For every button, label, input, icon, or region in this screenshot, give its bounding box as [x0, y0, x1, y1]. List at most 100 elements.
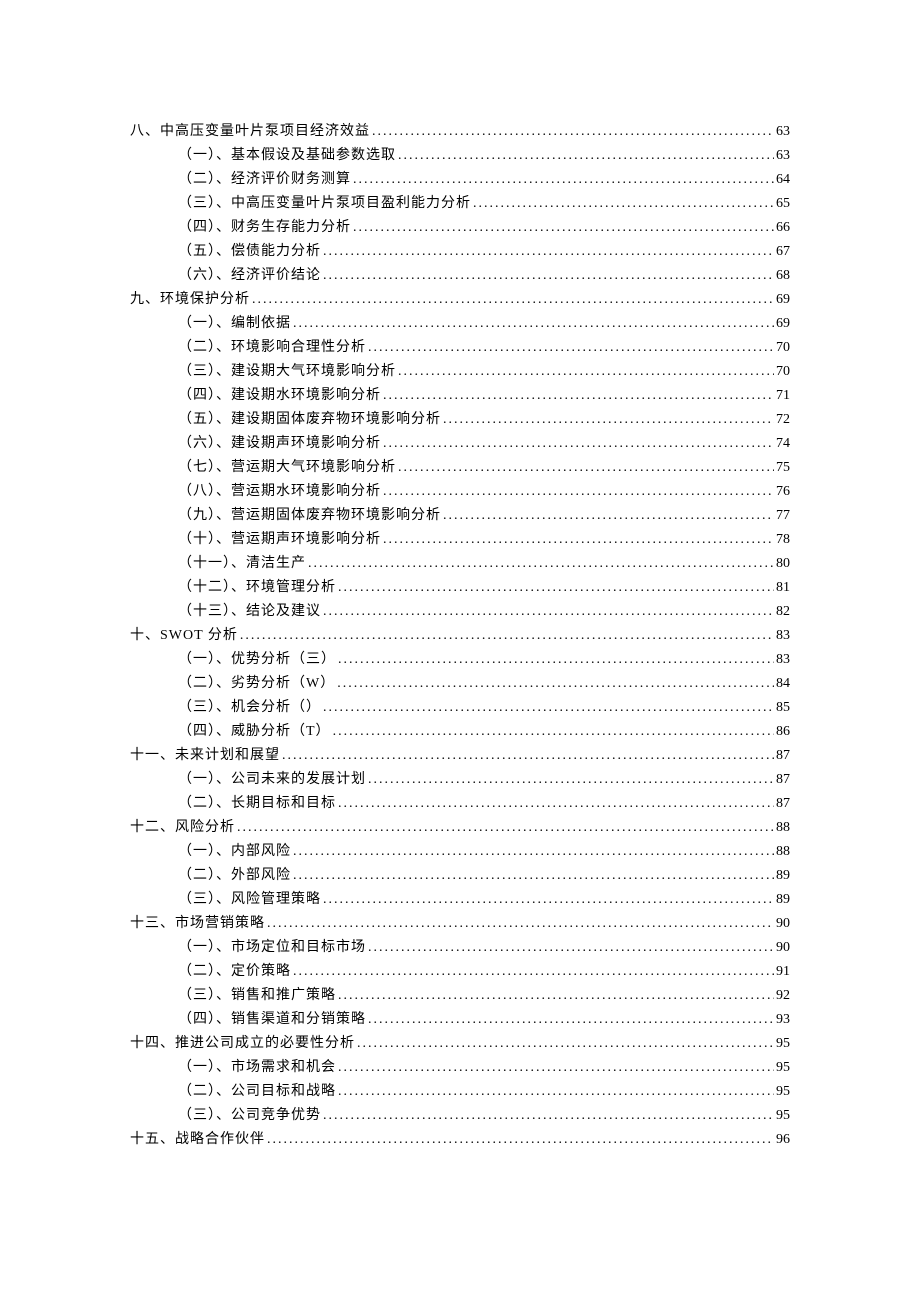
toc-entry-page: 76 [776, 480, 790, 504]
toc-leader-dots [368, 768, 774, 792]
toc-entry-label: （三）、公司竞争优势 [178, 1104, 321, 1128]
toc-entry-page: 69 [776, 312, 790, 336]
toc-leader-dots [383, 432, 774, 456]
toc-entry-label: （九）、营运期固体废弃物环境影响分析 [178, 504, 441, 528]
toc-entry-label: 九、环境保护分析 [130, 288, 250, 312]
toc-leader-dots [282, 744, 774, 768]
toc-entry-page: 80 [776, 552, 790, 576]
toc-entry-page: 85 [776, 696, 790, 720]
toc-entry: （十二）、环境管理分析81 [130, 576, 790, 600]
toc-entry: （一）、市场需求和机会 95 [130, 1056, 790, 1080]
toc-entry-label: （三）、建设期大气环境影响分析 [178, 360, 396, 384]
toc-entry-label: （一）、编制依据 [178, 312, 291, 336]
toc-entry: （三）、中高压变量叶片泵项目盈利能力分析 65 [130, 192, 790, 216]
toc-entry-page: 65 [776, 192, 790, 216]
toc-entry-page: 91 [776, 960, 790, 984]
toc-leader-dots [338, 792, 774, 816]
toc-entry-page: 89 [776, 864, 790, 888]
toc-leader-dots [267, 912, 774, 936]
toc-entry-label: （二）、外部风险 [178, 864, 291, 888]
toc-entry: （四）、销售渠道和分销策略93 [130, 1008, 790, 1032]
toc-entry: （二）、定价策略91 [130, 960, 790, 984]
toc-entry: 八、中高压变量叶片泵项目经济效益 63 [130, 120, 790, 144]
toc-entry: （二）、劣势分析（W）84 [130, 672, 790, 696]
toc-entry-page: 86 [776, 720, 790, 744]
toc-entry-label: （四）、财务生存能力分析 [178, 216, 351, 240]
toc-leader-dots [308, 552, 774, 576]
toc-entry-label: 十一、未来计划和展望 [130, 744, 280, 768]
toc-entry: （二）、经济评价财务测算64 [130, 168, 790, 192]
toc-entry-label: （四）、销售渠道和分销策略 [178, 1008, 366, 1032]
toc-entry-label: （一）、市场需求和机会 [178, 1056, 336, 1080]
toc-entry-label: （八）、营运期水环境影响分析 [178, 480, 381, 504]
toc-leader-dots [323, 696, 774, 720]
toc-leader-dots [368, 1008, 774, 1032]
toc-entry-page: 96 [776, 1128, 790, 1152]
toc-entry-page: 90 [776, 936, 790, 960]
toc-leader-dots [323, 1104, 774, 1128]
toc-entry-page: 95 [776, 1032, 790, 1056]
toc-entry-label: （六）、经济评价结论 [178, 264, 321, 288]
toc-leader-dots [398, 144, 774, 168]
toc-entry: （三）、机会分析（） 85 [130, 696, 790, 720]
toc-entry: （三）、销售和推广策略92 [130, 984, 790, 1008]
toc-entry: （一）、优势分析（三）83 [130, 648, 790, 672]
toc-leader-dots [398, 360, 774, 384]
toc-entry-label: 八、中高压变量叶片泵项目经济效益 [130, 120, 370, 144]
toc-entry-page: 70 [776, 360, 790, 384]
toc-entry-label: （十三）、结论及建议 [178, 600, 321, 624]
toc-entry-page: 63 [776, 144, 790, 168]
toc-entry-label: （三）、中高压变量叶片泵项目盈利能力分析 [178, 192, 471, 216]
toc-entry-label: （四）、威胁分析（T） [178, 720, 331, 744]
toc-entry-page: 69 [776, 288, 790, 312]
toc-entry-label: （二）、公司目标和战略 [178, 1080, 336, 1104]
toc-entry: （五）、偿债能力分析 67 [130, 240, 790, 264]
toc-entry: （二）、外部风险 89 [130, 864, 790, 888]
toc-entry-label: （三）、销售和推广策略 [178, 984, 336, 1008]
toc-leader-dots [333, 720, 774, 744]
toc-entry: （四）、威胁分析（T） 86 [130, 720, 790, 744]
toc-entry-label: （七）、营运期大气环境影响分析 [178, 456, 396, 480]
toc-leader-dots [293, 960, 774, 984]
toc-entry-label: （四）、建设期水环境影响分析 [178, 384, 381, 408]
toc-leader-dots [383, 384, 774, 408]
toc-entry-label: （十二）、环境管理分析 [178, 576, 336, 600]
toc-leader-dots [338, 576, 774, 600]
toc-entry: （一）、内部风险88 [130, 840, 790, 864]
toc-leader-dots [337, 672, 774, 696]
toc-entry: 十三、市场营销策略90 [130, 912, 790, 936]
toc-entry: （七）、营运期大气环境影响分析75 [130, 456, 790, 480]
toc-entry-page: 72 [776, 408, 790, 432]
toc-entry-page: 67 [776, 240, 790, 264]
toc-entry: （五）、建设期固体废弃物环境影响分析72 [130, 408, 790, 432]
toc-entry: （三）、建设期大气环境影响分析 70 [130, 360, 790, 384]
toc-entry-page: 95 [776, 1080, 790, 1104]
toc-entry-label: （五）、偿债能力分析 [178, 240, 321, 264]
toc-entry-label: （一）、市场定位和目标市场 [178, 936, 366, 960]
toc-leader-dots [323, 600, 774, 624]
toc-leader-dots [267, 1128, 774, 1152]
toc-entry: （三）、公司竞争优势95 [130, 1104, 790, 1128]
toc-leader-dots [252, 288, 774, 312]
toc-entry-page: 63 [776, 120, 790, 144]
toc-entry: （一）、基本假设及基础参数选取63 [130, 144, 790, 168]
toc-leader-dots [338, 1080, 774, 1104]
toc-entry: （九）、营运期固体废弃物环境影响分析77 [130, 504, 790, 528]
toc-leader-dots [443, 504, 774, 528]
toc-entry-page: 68 [776, 264, 790, 288]
toc-entry-page: 74 [776, 432, 790, 456]
toc-entry-label: （三）、机会分析（） [178, 696, 321, 720]
toc-entry-page: 88 [776, 840, 790, 864]
toc-entry-page: 84 [776, 672, 790, 696]
toc-leader-dots [338, 984, 774, 1008]
toc-entry-label: （十一）、清洁生产 [178, 552, 306, 576]
toc-entry-label: 十、SWOT 分析 [130, 624, 238, 648]
toc-leader-dots [293, 864, 774, 888]
toc-entry-page: 87 [776, 792, 790, 816]
toc-entry-page: 95 [776, 1056, 790, 1080]
toc-entry: （十）、营运期声环境影响分析78 [130, 528, 790, 552]
toc-entry: （一）、公司未来的发展计划87 [130, 768, 790, 792]
toc-entry: （二）、环境影响合理性分析70 [130, 336, 790, 360]
toc-entry-page: 83 [776, 624, 790, 648]
toc-entry: （八）、营运期水环境影响分析 76 [130, 480, 790, 504]
